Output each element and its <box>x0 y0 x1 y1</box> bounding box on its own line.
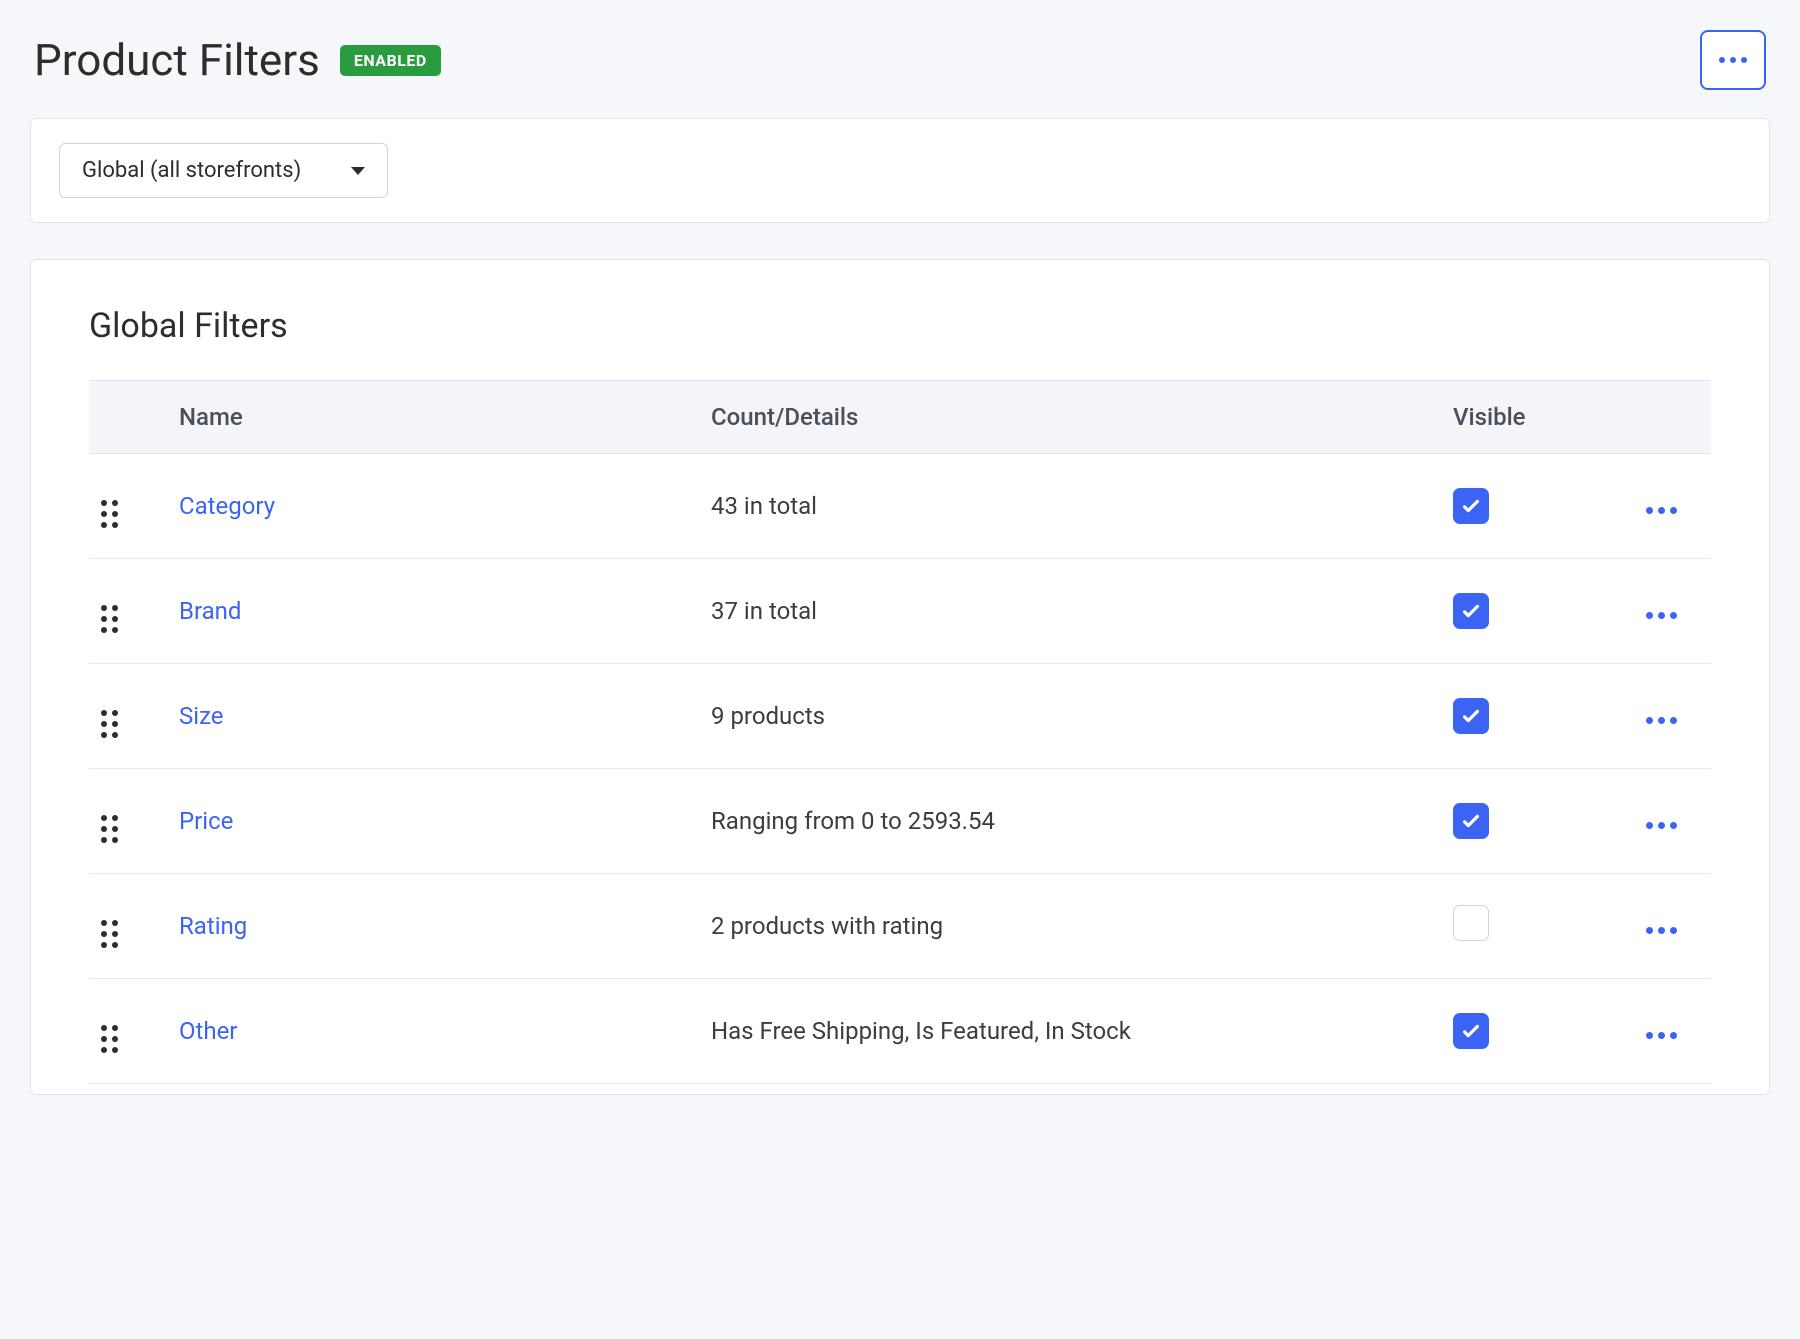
scope-card: Global (all storefronts) <box>30 118 1770 223</box>
visible-checkbox[interactable] <box>1453 488 1489 524</box>
row-more-button[interactable] <box>1646 612 1677 619</box>
page-header: Product Filters ENABLED <box>30 30 1770 90</box>
col-handle <box>89 381 179 454</box>
check-icon <box>1460 810 1482 832</box>
check-icon <box>1460 495 1482 517</box>
table-row: Brand 37 in total <box>89 559 1711 664</box>
filter-name-link[interactable]: Other <box>179 1017 237 1045</box>
col-actions <box>1611 381 1711 454</box>
filter-details: 37 in total <box>711 597 817 625</box>
visible-checkbox[interactable] <box>1453 1013 1489 1049</box>
visible-checkbox[interactable] <box>1453 698 1489 734</box>
col-details: Count/Details <box>699 381 1441 454</box>
row-more-button[interactable] <box>1646 507 1677 514</box>
filter-name-link[interactable]: Rating <box>179 912 247 940</box>
filter-details: Ranging from 0 to 2593.54 <box>711 807 995 835</box>
filter-details: 2 products with rating <box>711 912 943 940</box>
table-row: Category 43 in total <box>89 454 1711 559</box>
row-more-button[interactable] <box>1646 927 1677 934</box>
filter-name-link[interactable]: Category <box>179 492 275 520</box>
drag-handle-icon[interactable] <box>101 1025 118 1053</box>
scope-select[interactable]: Global (all storefronts) <box>59 143 388 198</box>
filter-details: Has Free Shipping, Is Featured, In Stock <box>711 1017 1131 1045</box>
scope-select-value: Global (all storefronts) <box>82 158 301 183</box>
filter-details: 43 in total <box>711 492 817 520</box>
caret-down-icon <box>351 167 365 175</box>
col-visible: Visible <box>1441 381 1611 454</box>
drag-handle-icon[interactable] <box>101 815 118 843</box>
filter-name-link[interactable]: Brand <box>179 597 241 625</box>
drag-handle-icon[interactable] <box>101 710 118 738</box>
filters-table: Name Count/Details Visible Category 43 in… <box>89 380 1711 1084</box>
row-more-button[interactable] <box>1646 717 1677 724</box>
visible-checkbox[interactable] <box>1453 905 1489 941</box>
status-badge: ENABLED <box>340 45 441 76</box>
section-title: Global Filters <box>89 306 1711 346</box>
visible-checkbox[interactable] <box>1453 593 1489 629</box>
page-more-button[interactable] <box>1700 30 1766 90</box>
drag-handle-icon[interactable] <box>101 500 118 528</box>
col-name: Name <box>179 381 699 454</box>
page-title: Product Filters <box>34 34 320 86</box>
drag-handle-icon[interactable] <box>101 920 118 948</box>
table-row: Other Has Free Shipping, Is Featured, In … <box>89 979 1711 1084</box>
drag-handle-icon[interactable] <box>101 605 118 633</box>
table-header-row: Name Count/Details Visible <box>89 381 1711 454</box>
table-row: Price Ranging from 0 to 2593.54 <box>89 769 1711 874</box>
visible-checkbox[interactable] <box>1453 803 1489 839</box>
filters-panel: Global Filters Name Count/Details Visibl… <box>30 259 1770 1095</box>
table-row: Size 9 products <box>89 664 1711 769</box>
filter-details: 9 products <box>711 702 825 730</box>
row-more-button[interactable] <box>1646 822 1677 829</box>
filter-name-link[interactable]: Price <box>179 807 233 835</box>
table-row: Rating 2 products with rating <box>89 874 1711 979</box>
filter-name-link[interactable]: Size <box>179 702 224 730</box>
check-icon <box>1460 1020 1482 1042</box>
more-icon <box>1719 57 1747 63</box>
check-icon <box>1460 705 1482 727</box>
check-icon <box>1460 600 1482 622</box>
row-more-button[interactable] <box>1646 1032 1677 1039</box>
header-left: Product Filters ENABLED <box>34 34 441 86</box>
